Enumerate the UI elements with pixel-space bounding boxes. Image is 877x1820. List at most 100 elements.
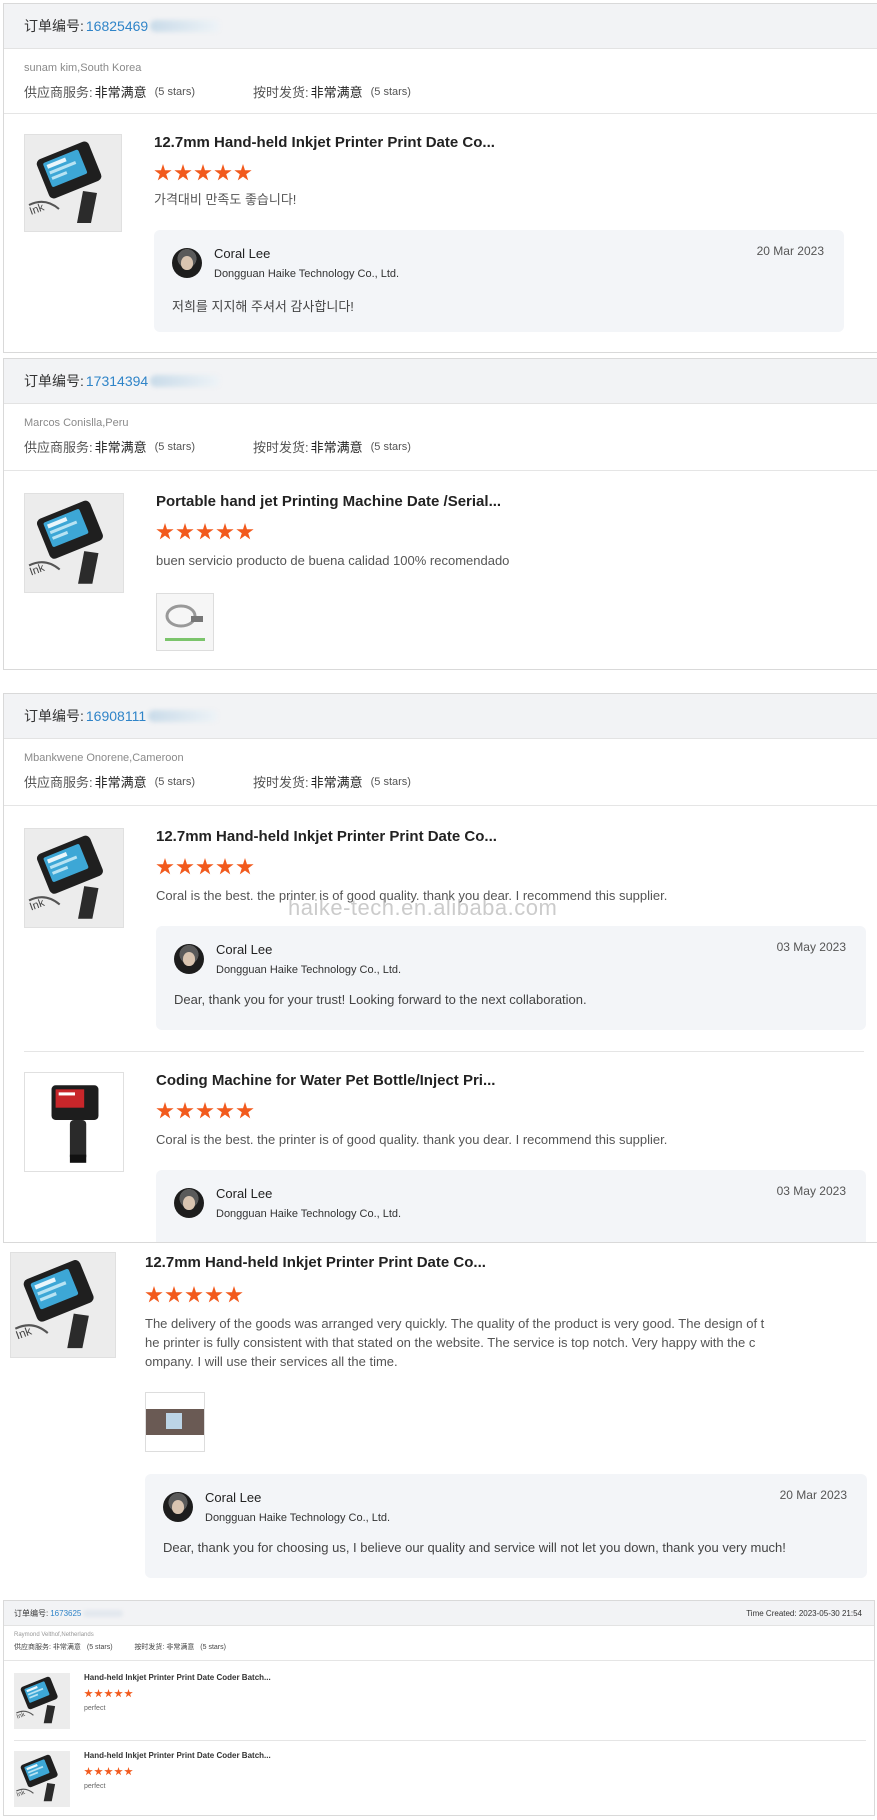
supplier-reply: Coral Lee Dongguan Haike Technology Co.,… — [156, 926, 866, 1030]
star-icon — [145, 1286, 163, 1303]
star-icon — [196, 523, 214, 540]
review-photo[interactable] — [145, 1392, 205, 1452]
star-icon — [236, 858, 254, 875]
ship-stars: (5 stars) — [370, 775, 411, 788]
service-label: 供应商服务: — [24, 440, 93, 455]
star-icon — [216, 1102, 234, 1119]
star-icon — [225, 1286, 243, 1303]
order-header: 订单编号: 16825469 — [4, 4, 877, 49]
star-rating — [145, 1286, 243, 1304]
star-icon — [156, 1102, 174, 1119]
product-thumbnail[interactable] — [24, 134, 122, 232]
service-label: 供应商服务: — [24, 775, 93, 790]
service-stars: (5 stars) — [154, 775, 195, 788]
order-header: 订单编号: 17314394 — [4, 359, 877, 404]
star-icon — [124, 1689, 133, 1698]
reply-name: Coral Lee — [214, 246, 271, 261]
supplier-reply: Coral Lee Dongguan Haike Technology Co.,… — [156, 1170, 866, 1242]
service-stars: (5 stars) — [154, 85, 195, 98]
product-thumbnail[interactable] — [10, 1252, 116, 1358]
product-thumbnail[interactable] — [14, 1673, 70, 1729]
order-card: 订单编号: 17314394 Marcos Conislla,Peru 供应商服… — [3, 358, 877, 670]
order-card: 订单编号: 16908111 Mbankwene Onorene,Cameroo… — [3, 693, 877, 1243]
reply-text: Dear, thank you for your trust! Looking … — [174, 992, 587, 1007]
avatar — [174, 1188, 204, 1218]
star-icon — [185, 1286, 203, 1303]
product-title[interactable]: Coding Machine for Water Pet Bottle/Inje… — [156, 1072, 495, 1089]
star-rating — [156, 523, 254, 541]
standalone-review: 12.7mm Hand-held Inkjet Printer Print Da… — [0, 1244, 877, 1584]
reply-company: Dongguan Haike Technology Co., Ltd. — [214, 268, 400, 280]
star-icon — [156, 858, 174, 875]
star-rating — [154, 164, 252, 182]
ship-value: 非常满意 — [166, 1644, 195, 1651]
star-icon — [176, 1102, 194, 1119]
ship-value: 非常满意 — [310, 85, 363, 100]
product-title[interactable]: Hand-held Inkjet Printer Print Date Code… — [84, 1751, 271, 1760]
order-number-link[interactable]: 16825469 — [86, 18, 148, 34]
order-number-link[interactable]: 16908111 — [86, 708, 146, 724]
star-icon — [236, 523, 254, 540]
ship-stars: (5 stars) — [200, 1644, 226, 1651]
reply-date: 20 Mar 2023 — [756, 244, 824, 258]
product-thumbnail[interactable] — [24, 828, 124, 928]
reply-date: 03 May 2023 — [776, 1184, 846, 1198]
review-text: Coral is the best. the printer is of goo… — [156, 1132, 668, 1147]
star-rating — [156, 1102, 254, 1120]
review-text: 가격대비 만족도 좋습니다! — [154, 192, 297, 207]
product-title[interactable]: 12.7mm Hand-held Inkjet Printer Print Da… — [156, 828, 497, 845]
product-thumbnail[interactable] — [24, 1072, 124, 1172]
order-number-label: 订单编号: — [24, 18, 84, 34]
review-text: buen servicio producto de buena calidad … — [156, 553, 510, 568]
order-number-link[interactable]: 1673625 — [50, 1609, 81, 1618]
reply-name: Coral Lee — [216, 1186, 273, 1201]
order-number-blur — [150, 20, 221, 32]
reply-company: Dongguan Haike Technology Co., Ltd. — [205, 1512, 391, 1524]
rating-summary: 供应商服务: 非常满意 (5 stars) 按时发货: 非常满意 (5 star… — [24, 772, 877, 791]
star-icon — [165, 1286, 183, 1303]
product-title[interactable]: 12.7mm Hand-held Inkjet Printer Print Da… — [154, 134, 495, 151]
order-number-blur — [148, 710, 219, 722]
order-number-link[interactable]: 17314394 — [86, 373, 148, 389]
photo-icon — [146, 1393, 204, 1451]
review-text: perfect — [84, 1783, 106, 1790]
service-stars: (5 stars) — [86, 1644, 113, 1651]
review-line: he printer is fully consistent with that… — [145, 1335, 756, 1350]
service-label: 供应商服务: — [14, 1644, 51, 1651]
service-value: 非常满意 — [94, 85, 147, 100]
service-value: 非常满意 — [94, 775, 147, 790]
service-stars: (5 stars) — [154, 440, 195, 453]
ship-stars: (5 stars) — [370, 85, 411, 98]
star-icon — [114, 1767, 123, 1776]
reply-text: Dear, thank you for choosing us, I belie… — [163, 1540, 786, 1555]
avatar — [174, 944, 204, 974]
product-thumbnail[interactable] — [24, 493, 124, 593]
product-thumbnail[interactable] — [14, 1751, 70, 1807]
order-number-label: 订单编号: — [24, 373, 84, 389]
star-icon — [236, 1102, 254, 1119]
product-title[interactable]: Hand-held Inkjet Printer Print Date Code… — [84, 1673, 271, 1682]
cable-photo-icon — [157, 594, 213, 650]
product-title[interactable]: 12.7mm Hand-held Inkjet Printer Print Da… — [145, 1254, 486, 1271]
review-text: Coral is the best. the printer is of goo… — [156, 888, 668, 903]
reply-name: Coral Lee — [216, 942, 273, 957]
star-icon — [84, 1767, 93, 1776]
review-line: The delivery of the goods was arranged v… — [145, 1316, 765, 1331]
order-header: 订单编号: 16908111 — [4, 694, 877, 739]
star-rating — [84, 1767, 133, 1776]
star-icon — [104, 1767, 113, 1776]
star-icon — [234, 164, 252, 181]
reply-company: Dongguan Haike Technology Co., Ltd. — [216, 1208, 402, 1220]
avatar — [172, 248, 202, 278]
star-icon — [156, 523, 174, 540]
service-label: 供应商服务: — [24, 85, 93, 100]
time-created: Time Created: 2023-05-30 21:54 — [746, 1608, 862, 1618]
review-photo[interactable] — [156, 593, 214, 651]
star-icon — [214, 164, 232, 181]
order-card-small: 订单编号: 1673625 Time Created: 2023-05-30 2… — [3, 1600, 875, 1816]
reply-company: Dongguan Haike Technology Co., Ltd. — [216, 964, 402, 976]
order-number-label: 订单编号: — [24, 708, 84, 724]
ship-value: 非常满意 — [310, 775, 363, 790]
rating-summary: 供应商服务: 非常满意 (5 stars) 按时发货: 非常满意 (5 star… — [14, 1642, 874, 1652]
product-title[interactable]: Portable hand jet Printing Machine Date … — [156, 493, 501, 510]
